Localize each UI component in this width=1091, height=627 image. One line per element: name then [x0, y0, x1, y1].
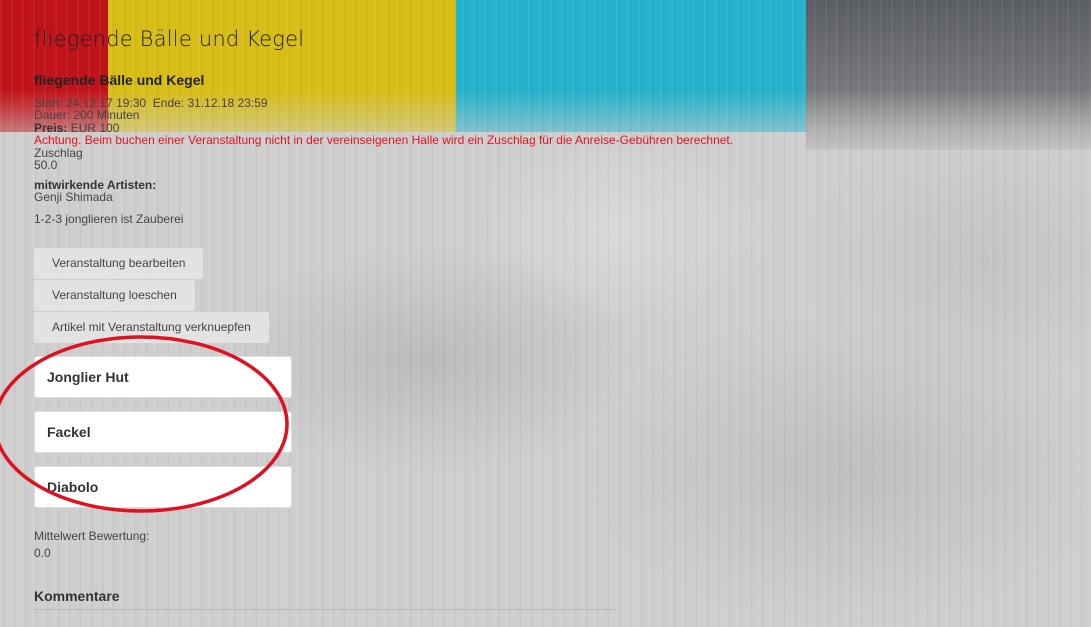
- article-card[interactable]: Diabolo: [34, 466, 292, 508]
- comments-divider: [34, 609, 616, 610]
- rating-value: 0.0: [34, 546, 51, 560]
- artists-value: Genji Shimada: [34, 190, 113, 204]
- end-value: 31.12.18 23:59: [187, 96, 268, 110]
- event-name: fliegende Bälle und Kegel: [34, 72, 205, 88]
- edit-event-button[interactable]: Veranstaltung bearbeiten: [34, 248, 204, 279]
- delete-event-button[interactable]: Veranstaltung loeschen: [34, 280, 195, 311]
- article-card[interactable]: Fackel: [34, 411, 292, 453]
- rating-label: Mittelwert Bewertung:: [34, 529, 150, 543]
- article-card[interactable]: Jonglier Hut: [34, 356, 292, 398]
- event-description: 1-2-3 jonglieren ist Zauberei: [34, 212, 184, 226]
- duration-value: 200: [73, 108, 94, 122]
- page-title: fliegende Bälle und Kegel: [34, 27, 305, 51]
- link-articles-button[interactable]: Artikel mit Veranstaltung verknuepfen: [34, 312, 269, 343]
- comments-heading: Kommentare: [34, 588, 120, 604]
- end-label: Ende:: [152, 96, 185, 110]
- duration-label: Dauer:: [34, 108, 71, 122]
- duration-unit: Minuten: [96, 108, 140, 122]
- surcharge-value: 50.0: [34, 158, 58, 172]
- surcharge-warning: Achtung. Beim buchen einer Veranstaltung…: [34, 133, 734, 147]
